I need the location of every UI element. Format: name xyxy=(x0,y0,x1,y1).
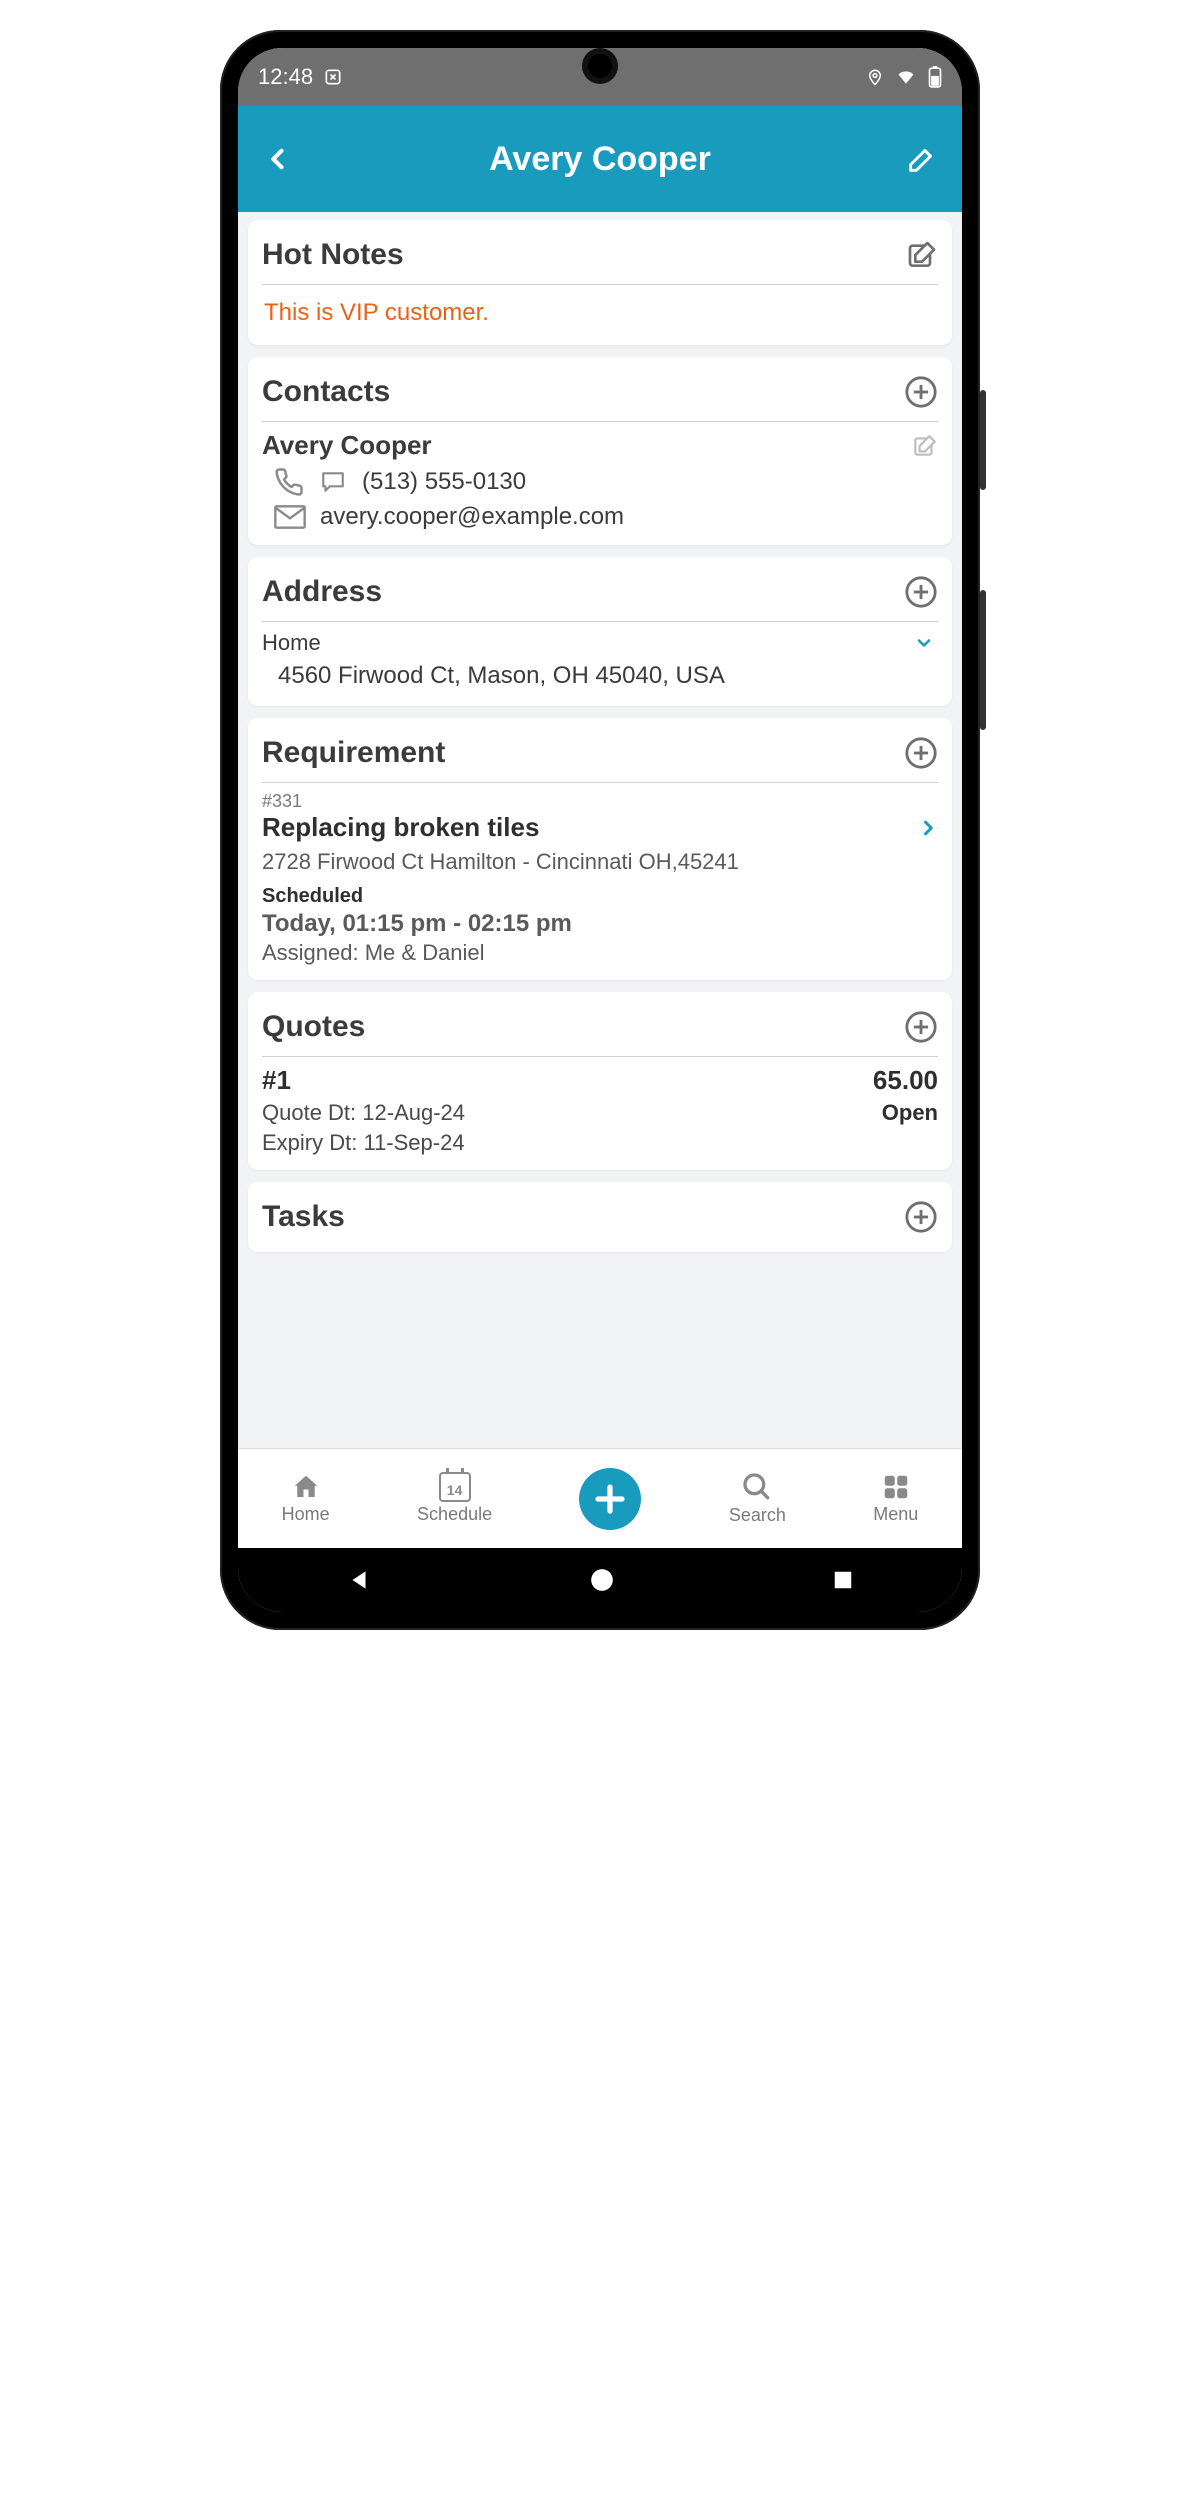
phone-icon xyxy=(274,467,304,497)
requirement-assigned: Assigned: Me & Daniel xyxy=(262,938,938,966)
plus-circle-icon xyxy=(904,575,938,609)
tab-home[interactable]: Home xyxy=(282,1472,330,1525)
home-icon xyxy=(289,1472,323,1502)
address-text: 4560 Firwood Ct, Mason, OH 45040, USA xyxy=(262,656,938,692)
chevron-left-icon xyxy=(264,139,292,179)
android-home-button[interactable] xyxy=(589,1567,615,1593)
add-requirement-button[interactable] xyxy=(904,736,938,770)
app-header: Avery Cooper xyxy=(238,106,962,212)
pencil-square-icon xyxy=(912,433,938,459)
status-misc-icon xyxy=(323,67,343,87)
address-title: Address xyxy=(262,575,382,609)
requirement-time: Today, 01:15 pm - 02:15 pm xyxy=(262,908,938,938)
android-nav-bar xyxy=(238,1548,962,1612)
requirement-status: Scheduled xyxy=(262,875,938,908)
chevron-right-icon xyxy=(918,814,938,842)
page-title: Avery Cooper xyxy=(238,140,962,179)
tasks-title: Tasks xyxy=(262,1200,345,1234)
contact-phone: (513) 555-0130 xyxy=(362,468,526,496)
quote-row[interactable]: #1 65.00 Quote Dt: 12-Aug-24 Open Expiry… xyxy=(262,1065,938,1156)
add-contact-button[interactable] xyxy=(904,375,938,409)
message-button[interactable] xyxy=(318,469,348,495)
contact-email: avery.cooper@example.com xyxy=(320,503,624,531)
quote-status: Open xyxy=(882,1100,938,1126)
quote-amount: 65.00 xyxy=(873,1065,938,1096)
back-button[interactable] xyxy=(258,139,298,179)
calendar-icon: 14 xyxy=(439,1472,471,1502)
pencil-square-icon xyxy=(905,142,939,176)
square-icon xyxy=(832,1569,854,1591)
quote-id: #1 xyxy=(262,1065,291,1096)
requirement-number: #331 xyxy=(262,791,938,812)
requirement-card: Requirement #331 Replacing broken tiles … xyxy=(248,718,952,980)
android-back-button[interactable] xyxy=(346,1567,372,1593)
envelope-icon xyxy=(274,505,306,529)
status-time: 12:48 xyxy=(258,64,313,90)
contact-name: Avery Cooper xyxy=(262,430,432,461)
address-label: Home xyxy=(262,630,321,656)
requirement-name: Replacing broken tiles xyxy=(262,812,539,843)
plus-circle-icon xyxy=(904,375,938,409)
tab-search[interactable]: Search xyxy=(729,1471,786,1526)
android-recent-button[interactable] xyxy=(832,1569,854,1591)
plus-icon xyxy=(592,1481,628,1517)
call-button[interactable] xyxy=(274,467,304,497)
hot-notes-text: This is VIP customer. xyxy=(262,293,938,331)
add-quote-button[interactable] xyxy=(904,1010,938,1044)
requirement-row[interactable]: Replacing broken tiles xyxy=(262,812,938,843)
hot-notes-title: Hot Notes xyxy=(262,238,404,272)
fab-add-button[interactable] xyxy=(579,1468,641,1530)
message-icon xyxy=(318,469,348,495)
plus-circle-icon xyxy=(904,1200,938,1234)
quotes-card: Quotes #1 65.00 Quote Dt: 12-Aug-24 Open xyxy=(248,992,952,1170)
address-card: Address Home 4560 Firwood Ct, Mason, OH … xyxy=(248,557,952,706)
edit-contact-button[interactable] xyxy=(912,433,938,459)
location-icon xyxy=(866,66,884,88)
requirement-address: 2728 Firwood Ct Hamilton - Cincinnati OH… xyxy=(262,843,938,875)
address-row[interactable]: Home xyxy=(262,630,938,656)
hot-notes-card: Hot Notes This is VIP customer. xyxy=(248,220,952,345)
content-area[interactable]: Hot Notes This is VIP customer. Contacts xyxy=(238,212,962,1448)
tab-search-label: Search xyxy=(729,1505,786,1526)
tab-schedule[interactable]: 14 Schedule xyxy=(417,1472,492,1525)
triangle-left-icon xyxy=(346,1567,372,1593)
grid-icon xyxy=(881,1472,911,1502)
search-icon xyxy=(741,1471,773,1503)
email-button[interactable] xyxy=(274,505,306,529)
tab-home-label: Home xyxy=(282,1504,330,1525)
bottom-tab-bar: Home 14 Schedule Search Menu xyxy=(238,1448,962,1548)
requirement-title: Requirement xyxy=(262,736,445,770)
plus-circle-icon xyxy=(904,1010,938,1044)
tab-menu[interactable]: Menu xyxy=(873,1472,918,1525)
edit-hot-notes-button[interactable] xyxy=(906,239,938,271)
quote-expiry: Expiry Dt: 11-Sep-24 xyxy=(262,1126,938,1156)
wifi-icon xyxy=(894,67,918,87)
add-task-button[interactable] xyxy=(904,1200,938,1234)
chevron-down-icon xyxy=(910,633,938,653)
pencil-square-icon xyxy=(906,239,938,271)
contacts-card: Contacts Avery Cooper xyxy=(248,357,952,545)
edit-customer-button[interactable] xyxy=(902,139,942,179)
quotes-title: Quotes xyxy=(262,1010,365,1044)
tab-schedule-label: Schedule xyxy=(417,1504,492,1525)
tab-menu-label: Menu xyxy=(873,1504,918,1525)
quote-date: Quote Dt: 12-Aug-24 xyxy=(262,1100,465,1126)
circle-icon xyxy=(589,1567,615,1593)
add-address-button[interactable] xyxy=(904,575,938,609)
plus-circle-icon xyxy=(904,736,938,770)
tasks-card: Tasks xyxy=(248,1182,952,1252)
battery-icon xyxy=(928,66,942,88)
contacts-title: Contacts xyxy=(262,375,390,409)
